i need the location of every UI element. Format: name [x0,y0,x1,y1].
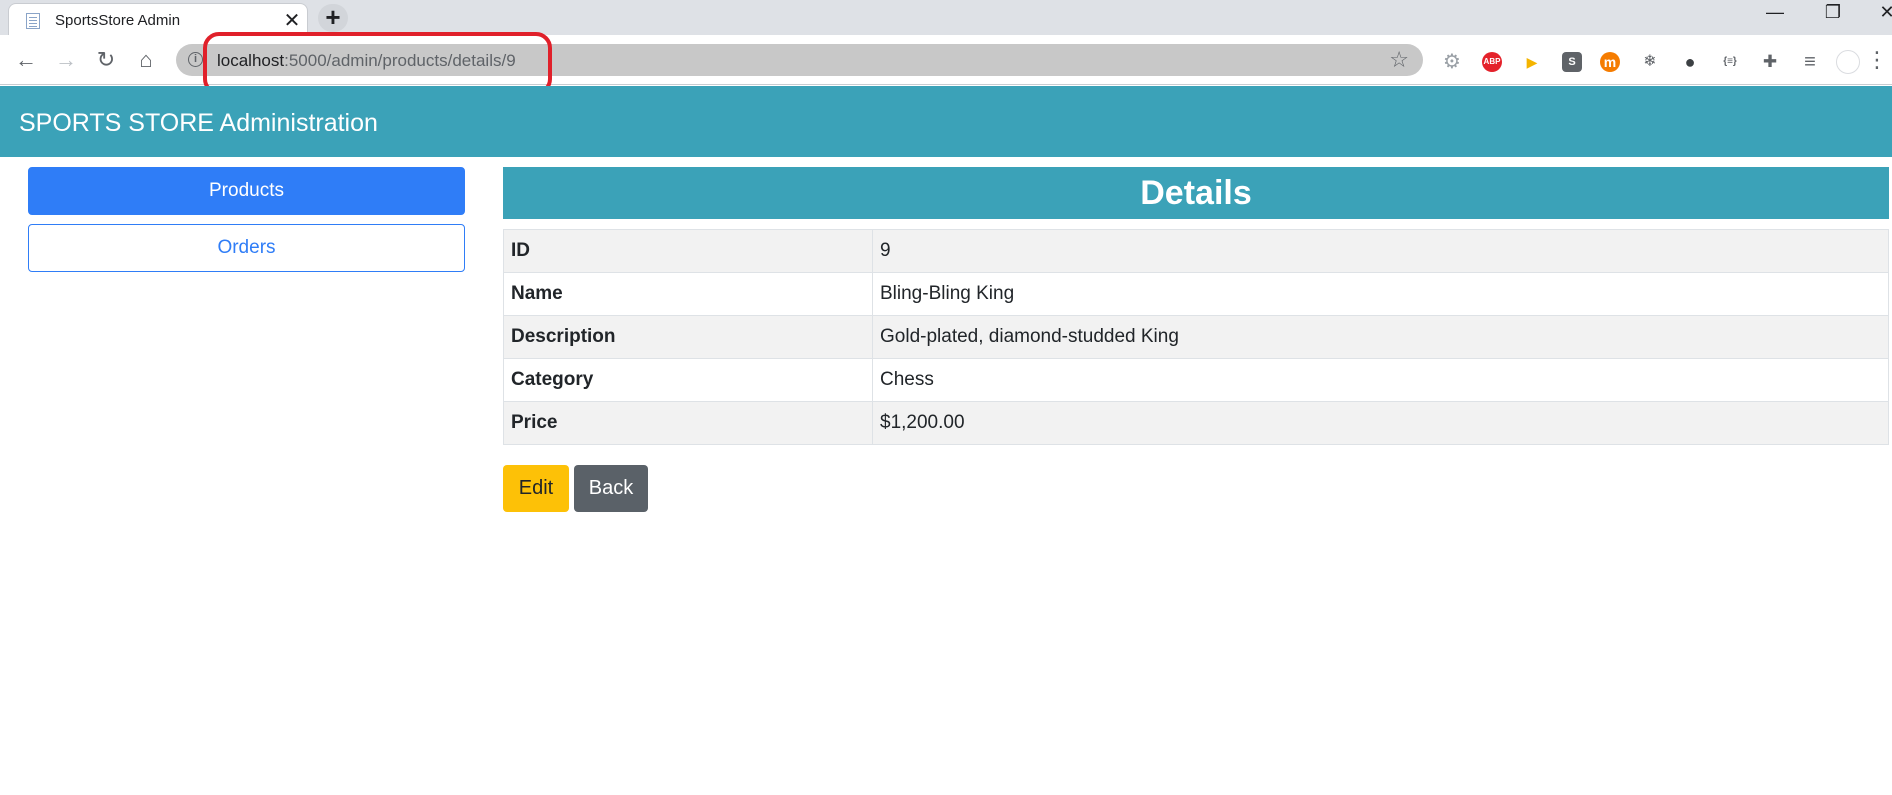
table-row: ID 9 [503,229,1889,273]
forward-arrow-icon[interactable]: → [52,47,80,73]
table-row: Category Chess [503,358,1889,402]
back-arrow-icon[interactable]: ← [12,47,40,73]
page-favicon-icon [26,13,40,29]
json-extension-icon[interactable]: {≡} [1720,52,1740,72]
table-row: Description Gold-plated, diamond-studded… [503,315,1889,359]
adblock-extension-icon[interactable]: ABP [1482,52,1502,72]
site-info-icon[interactable]: i [188,52,203,67]
browser-tabstrip: SportsStore Admin ✕ + — ❐ ✕ [0,0,1892,35]
app-header: SPORTS STORE Administration [0,86,1892,157]
row-value: $1,200.00 [872,401,1889,445]
reload-icon[interactable]: ↻ [92,47,120,73]
profile-avatar[interactable] [1836,50,1860,74]
home-icon[interactable]: ⌂ [132,47,160,73]
signal-extension-icon[interactable]: ❄ [1640,52,1660,72]
bookmark-star-icon[interactable]: ☆ [1389,47,1409,73]
browser-tab[interactable]: SportsStore Admin ✕ [8,3,308,35]
close-tab-icon[interactable]: ✕ [281,8,303,33]
tab-title: SportsStore Admin [55,12,181,29]
back-button[interactable]: Back [574,465,648,512]
restore-window-icon[interactable]: ❐ [1818,2,1848,23]
row-key: ID [503,229,873,273]
playlist-extension-icon[interactable]: ≡ [1800,52,1820,72]
puzzle-extension-icon[interactable]: ✚ [1760,52,1780,72]
menu-kebab-icon[interactable]: ⋮ [1866,47,1888,73]
table-row: Price $1,200.00 [503,401,1889,445]
balls-extension-icon[interactable]: ● [1680,52,1700,72]
row-key: Price [503,401,873,445]
table-row: Name Bling-Bling King [503,272,1889,316]
row-key: Name [503,272,873,316]
products-button[interactable]: Products [28,167,465,215]
s-extension-icon[interactable]: S [1562,52,1582,72]
row-value: Gold-plated, diamond-studded King [872,315,1889,359]
row-value: Bling-Bling King [872,272,1889,316]
row-value: Chess [872,358,1889,402]
details-table: ID 9 Name Bling-Bling King Description G… [503,229,1889,445]
orders-button[interactable]: Orders [28,224,465,272]
edit-button[interactable]: Edit [503,465,569,512]
row-key: Category [503,358,873,402]
row-value: 9 [872,229,1889,273]
m-extension-icon[interactable]: m [1600,52,1620,72]
play-extension-icon[interactable]: ▶ [1522,52,1542,72]
details-heading: Details [503,167,1889,219]
new-tab-button[interactable]: + [318,4,348,32]
minimize-window-icon[interactable]: — [1760,2,1790,23]
row-key: Description [503,315,873,359]
settings-extension-icon[interactable]: ⚙ [1442,52,1462,72]
close-window-icon[interactable]: ✕ [1872,2,1892,23]
app-title: SPORTS STORE Administration [19,109,378,137]
